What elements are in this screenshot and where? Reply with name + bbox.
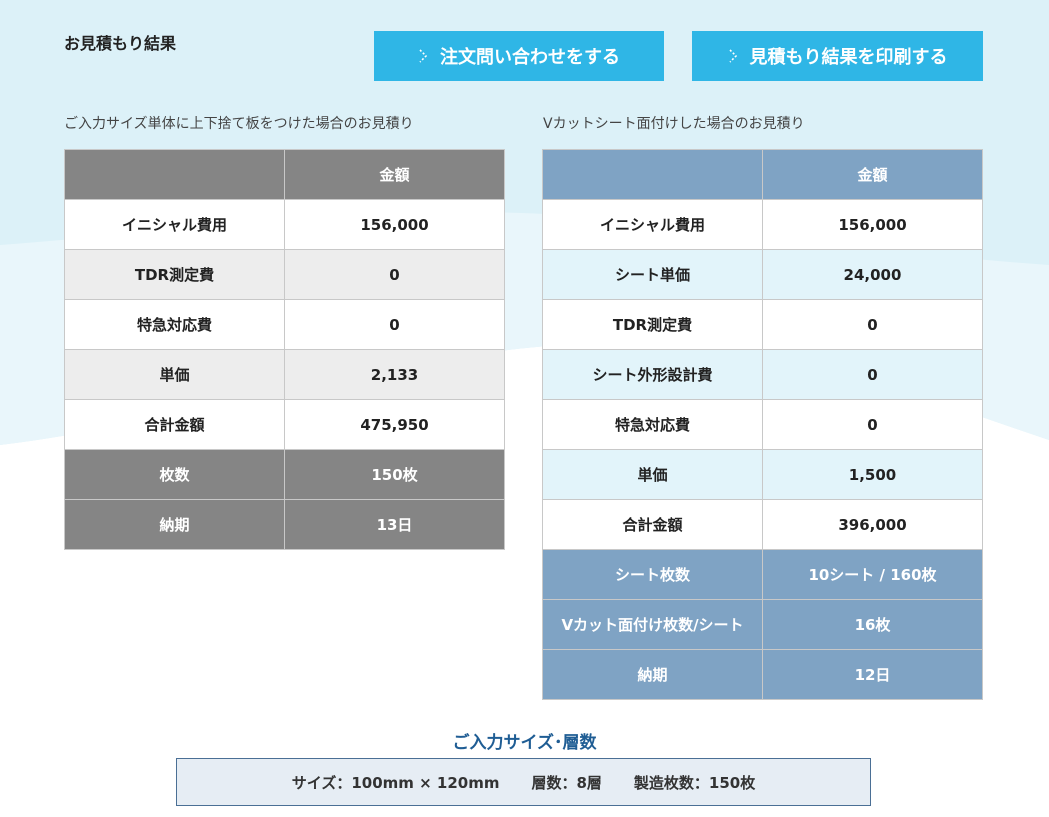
row-value: 16枚 bbox=[762, 599, 983, 650]
print-quote-label: 見積もり結果を印刷する bbox=[749, 47, 948, 68]
chevron-right-icon bbox=[418, 48, 428, 64]
table-row: 単価 1,500 bbox=[542, 449, 983, 500]
row-label: 特急対応費 bbox=[542, 399, 763, 450]
row-value: 156,000 bbox=[284, 199, 505, 250]
row-label: 特急対応費 bbox=[64, 299, 285, 350]
row-value: 0 bbox=[762, 299, 983, 350]
row-value: 475,950 bbox=[284, 399, 505, 450]
row-value: 396,000 bbox=[762, 499, 983, 550]
order-inquiry-label: 注文問い合わせをする bbox=[440, 47, 620, 68]
input-size-layers-title: ご入力サイズ･層数 bbox=[452, 733, 597, 753]
table-row: TDR測定費 0 bbox=[542, 299, 983, 350]
row-value: 0 bbox=[284, 299, 505, 350]
table-row: イニシャル費用 156,000 bbox=[542, 199, 983, 250]
row-value: 24,000 bbox=[762, 249, 983, 300]
production-count-value: 製造枚数：150枚 bbox=[633, 773, 756, 792]
table-header-empty bbox=[64, 149, 285, 200]
table-header-amount: 金額 bbox=[762, 149, 983, 200]
table-row: 納期 12日 bbox=[542, 649, 983, 700]
row-value: 1,500 bbox=[762, 449, 983, 500]
quote-result-page: お見積もり結果 注文問い合わせをする 見積もり結果を印刷する ご入力サイズ単体に… bbox=[0, 0, 1049, 817]
table-row: 特急対応費 0 bbox=[542, 399, 983, 450]
row-label: 合計金額 bbox=[542, 499, 763, 550]
row-label: TDR測定費 bbox=[64, 249, 285, 300]
row-value: 12日 bbox=[762, 649, 983, 700]
row-label: シート枚数 bbox=[542, 549, 763, 600]
table-row: シート単価 24,000 bbox=[542, 249, 983, 300]
size-value: サイズ：100mm × 120mm bbox=[291, 773, 500, 792]
single-size-quote-caption: ご入力サイズ単体に上下捨て板をつけた場合のお見積り bbox=[64, 116, 414, 132]
row-value: 10シート / 160枚 bbox=[762, 549, 983, 600]
table-header-amount: 金額 bbox=[284, 149, 505, 200]
print-quote-button[interactable]: 見積もり結果を印刷する bbox=[692, 31, 983, 81]
row-value: 13日 bbox=[284, 499, 505, 550]
table-row: 納期 13日 bbox=[64, 499, 505, 550]
row-label: イニシャル費用 bbox=[542, 199, 763, 250]
order-inquiry-button[interactable]: 注文問い合わせをする bbox=[374, 31, 664, 81]
row-value: 0 bbox=[284, 249, 505, 300]
table-row: 合計金額 396,000 bbox=[542, 499, 983, 550]
table-header-empty bbox=[542, 149, 763, 200]
table-row: TDR測定費 0 bbox=[64, 249, 505, 300]
table-row: シート外形設計費 0 bbox=[542, 349, 983, 400]
row-label: シート外形設計費 bbox=[542, 349, 763, 400]
table-row: 特急対応費 0 bbox=[64, 299, 505, 350]
row-label: 納期 bbox=[542, 649, 763, 700]
row-label: TDR測定費 bbox=[542, 299, 763, 350]
row-label: 単価 bbox=[64, 349, 285, 400]
row-value: 2,133 bbox=[284, 349, 505, 400]
row-value: 156,000 bbox=[762, 199, 983, 250]
table-row: イニシャル費用 156,000 bbox=[64, 199, 505, 250]
table-header-row: 金額 bbox=[64, 149, 505, 200]
vcut-sheet-quote-table: 金額 イニシャル費用 156,000 シート単価 24,000 TDR測定費 0… bbox=[542, 149, 983, 700]
row-label: 単価 bbox=[542, 449, 763, 500]
table-header-row: 金額 bbox=[542, 149, 983, 200]
table-row: 合計金額 475,950 bbox=[64, 399, 505, 450]
row-label: 合計金額 bbox=[64, 399, 285, 450]
row-label: Vカット面付け枚数/シート bbox=[542, 599, 763, 650]
table-row: 単価 2,133 bbox=[64, 349, 505, 400]
page-title: お見積もり結果 bbox=[64, 34, 177, 53]
row-label: シート単価 bbox=[542, 249, 763, 300]
row-value: 150枚 bbox=[284, 449, 505, 500]
input-size-summary-box: サイズ：100mm × 120mm 層数：8層 製造枚数：150枚 bbox=[176, 758, 871, 806]
layers-value: 層数：8層 bbox=[531, 773, 602, 792]
row-value: 0 bbox=[762, 349, 983, 400]
row-label: 納期 bbox=[64, 499, 285, 550]
row-label: イニシャル費用 bbox=[64, 199, 285, 250]
single-size-quote-table: 金額 イニシャル費用 156,000 TDR測定費 0 特急対応費 0 単価 2… bbox=[64, 149, 505, 550]
row-label: 枚数 bbox=[64, 449, 285, 500]
table-row: 枚数 150枚 bbox=[64, 449, 505, 500]
table-row: シート枚数 10シート / 160枚 bbox=[542, 549, 983, 600]
vcut-sheet-quote-caption: Vカットシート面付けした場合のお見積り bbox=[543, 116, 805, 132]
row-value: 0 bbox=[762, 399, 983, 450]
table-row: Vカット面付け枚数/シート 16枚 bbox=[542, 599, 983, 650]
chevron-right-icon bbox=[728, 48, 738, 64]
